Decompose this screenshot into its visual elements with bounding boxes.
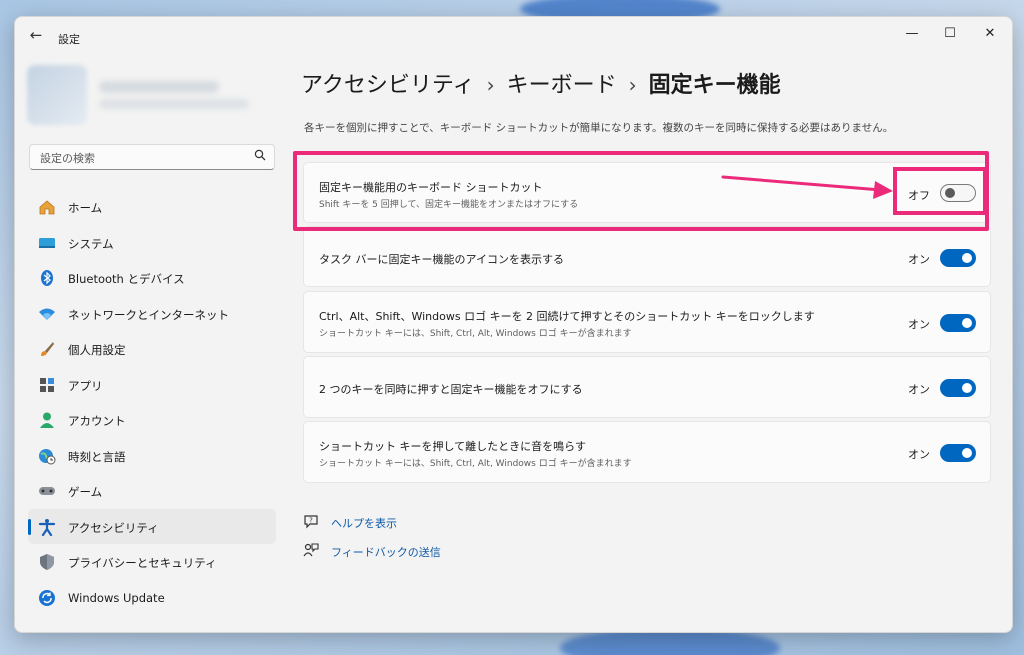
sidebar-item-accounts[interactable]: アカウント: [28, 402, 276, 438]
breadcrumb-accessibility[interactable]: アクセシビリティ: [301, 73, 475, 98]
breadcrumb-keyboard[interactable]: キーボード: [507, 73, 617, 98]
setting-card-play-sound: ショートカット キーを押して離したときに音を鳴らす ショートカット キーには、S…: [303, 421, 991, 483]
toggle-state-label: オン: [908, 448, 930, 461]
setting-title: 2 つのキーを同時に押すと固定キー機能をオフにする: [319, 383, 583, 396]
setting-card-taskbar-icon: タスク バーに固定キー機能のアイコンを表示する オン: [303, 226, 991, 287]
sidebar-item-windows-update[interactable]: Windows Update: [28, 580, 276, 616]
sidebar-item-label: システム: [68, 236, 114, 251]
network-icon: [38, 305, 56, 323]
page-description: 各キーを個別に押すことで、キーボード ショートカットが簡単になります。複数のキー…: [304, 122, 894, 134]
user-profile[interactable]: [27, 63, 277, 125]
sidebar-item-accessibility[interactable]: アクセシビリティ: [28, 508, 276, 544]
sidebar-item-label: ゲーム: [68, 485, 103, 499]
svg-text:?: ?: [309, 517, 313, 525]
sidebar-item-home[interactable]: ホーム: [28, 189, 276, 225]
annotation-arrow-icon: [721, 175, 893, 199]
sidebar-item-network[interactable]: ネットワークとインターネット: [28, 296, 276, 332]
sidebar-item-privacy[interactable]: プライバシーとセキュリティ: [28, 544, 276, 580]
sidebar-item-label: アクセシビリティ: [68, 520, 159, 535]
search-input[interactable]: 設定の検索: [29, 144, 275, 170]
breadcrumb: アクセシビリティ › キーボード › 固定キー機能: [301, 67, 781, 99]
app-title: 設定: [58, 33, 80, 46]
play-sound-toggle[interactable]: [940, 444, 976, 462]
system-icon: [38, 234, 56, 252]
close-button[interactable]: ✕: [976, 23, 1004, 45]
apps-icon: [38, 376, 56, 394]
sidebar-item-apps[interactable]: アプリ: [28, 367, 276, 403]
feedback-icon: [303, 542, 319, 562]
search-placeholder: 設定の検索: [40, 152, 95, 165]
sidebar-item-personalization[interactable]: 個人用設定: [28, 331, 276, 367]
feedback-link-label: フィードバックの送信: [331, 546, 441, 559]
toggle-state-label: オン: [908, 318, 930, 331]
lock-keys-toggle[interactable]: [940, 314, 976, 332]
breadcrumb-separator: ›: [628, 73, 637, 97]
maximize-button[interactable]: ☐: [936, 23, 964, 45]
back-button[interactable]: ←: [27, 26, 45, 44]
user-email-redacted: [99, 99, 249, 109]
highlight-box-toggle: [893, 167, 987, 215]
sidebar-item-label: 時刻と言語: [68, 449, 126, 464]
sidebar-item-label: ネットワークとインターネット: [68, 307, 229, 322]
minimize-button[interactable]: —: [898, 23, 926, 45]
bluetooth-icon: [38, 269, 56, 287]
setting-subtitle: ショートカット キーには、Shift, Ctrl, Alt, Windows ロ…: [319, 459, 632, 469]
time-language-icon: [38, 447, 56, 465]
sidebar-item-label: アカウント: [68, 414, 126, 428]
sidebar-item-system[interactable]: システム: [28, 225, 276, 261]
setting-subtitle: ショートカット キーには、Shift, Ctrl, Alt, Windows ロ…: [319, 329, 632, 339]
windows-update-icon: [38, 589, 56, 607]
sidebar-item-label: Windows Update: [68, 590, 165, 605]
page-title: 固定キー機能: [648, 73, 781, 98]
toggle-state-label: オン: [908, 383, 930, 396]
help-link-label: ヘルプを表示: [331, 517, 397, 530]
home-icon: [38, 198, 56, 216]
toggle-knob: [962, 448, 972, 458]
sidebar-item-gaming[interactable]: ゲーム: [28, 473, 276, 509]
setting-title: タスク バーに固定キー機能のアイコンを表示する: [319, 253, 564, 266]
sidebar-item-label: プライバシーとセキュリティ: [68, 556, 217, 570]
toggle-knob: [962, 253, 972, 263]
settings-window: ← 設定 — ☐ ✕ 設定の検索 ホーム システム Bluetooth とデバイ…: [14, 16, 1013, 633]
sidebar-item-label: アプリ: [68, 378, 103, 393]
search-icon: [254, 149, 266, 164]
taskbar-icon-toggle[interactable]: [940, 249, 976, 267]
personalization-icon: [38, 340, 56, 358]
sidebar-item-time-language[interactable]: 時刻と言語: [28, 438, 276, 474]
toggle-knob: [962, 383, 972, 393]
sidebar-item-label: ホーム: [68, 201, 103, 215]
sidebar-item-label: Bluetooth とデバイス: [68, 272, 185, 286]
setting-card-two-keys-off: 2 つのキーを同時に押すと固定キー機能をオフにする オン: [303, 356, 991, 418]
accessibility-icon: [38, 518, 56, 536]
user-name-redacted: [99, 81, 219, 93]
setting-title: ショートカット キーを押して離したときに音を鳴らす: [319, 440, 586, 453]
toggle-state-label: オン: [908, 253, 930, 266]
gaming-icon: [38, 482, 56, 500]
toggle-knob: [962, 318, 972, 328]
two-keys-off-toggle[interactable]: [940, 379, 976, 397]
sidebar-item-bluetooth[interactable]: Bluetooth とデバイス: [28, 260, 276, 296]
sidebar-item-label: 個人用設定: [68, 343, 126, 357]
shield-icon: [38, 553, 56, 571]
help-icon: ?: [303, 513, 319, 533]
sidebar-nav: ホーム システム Bluetooth とデバイス ネットワークとインターネット …: [28, 189, 276, 615]
title-bar: ← 設定 — ☐ ✕: [15, 17, 1012, 51]
setting-card-lock-keys: Ctrl、Alt、Shift、Windows ロゴ キーを 2 回続けて押すとそ…: [303, 291, 991, 353]
avatar: [27, 65, 87, 125]
breadcrumb-separator: ›: [486, 73, 495, 97]
account-icon: [38, 411, 56, 429]
setting-title: Ctrl、Alt、Shift、Windows ロゴ キーを 2 回続けて押すとそ…: [319, 310, 815, 323]
